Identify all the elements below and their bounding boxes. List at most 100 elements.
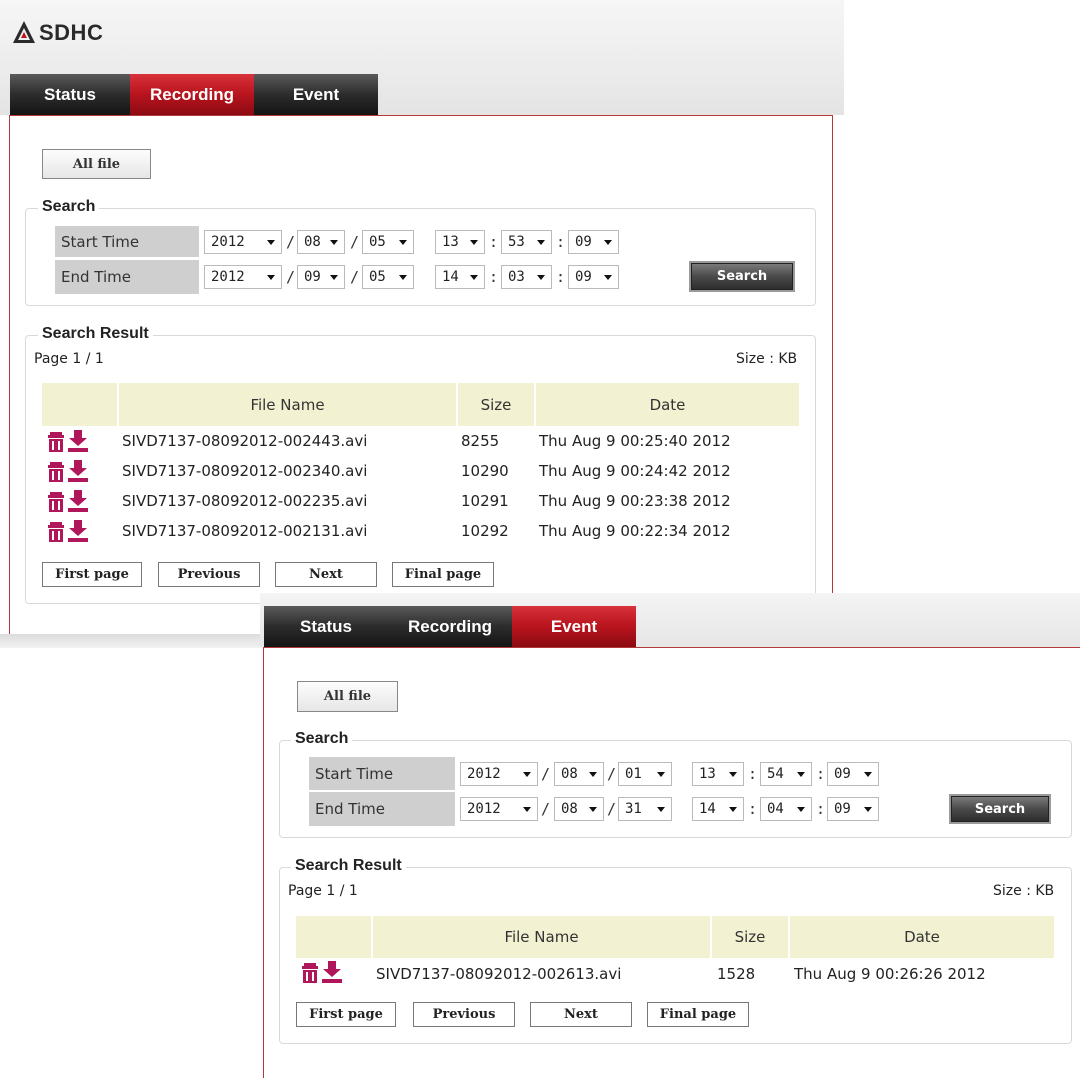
trash-icon[interactable] (47, 492, 65, 512)
download-icon[interactable] (67, 430, 89, 452)
chevron-down-icon (330, 275, 338, 280)
download-icon[interactable] (67, 520, 89, 542)
tab-recording[interactable]: Recording (388, 606, 512, 647)
start-minute-select[interactable]: 53 (501, 230, 552, 254)
time-separator: : (556, 233, 566, 251)
all-file-button[interactable]: All file (297, 681, 398, 712)
table-header-date: Date (790, 916, 1054, 958)
start-second-value: 09 (575, 234, 592, 250)
chevron-down-icon (657, 772, 665, 777)
tab-status[interactable]: Status (10, 74, 130, 115)
file-name[interactable]: SIVD7137-08092012-002235.avi (122, 492, 367, 510)
previous-button[interactable]: Previous (158, 562, 260, 587)
file-name[interactable]: SIVD7137-08092012-002131.avi (122, 522, 367, 540)
previous-button[interactable]: Previous (413, 1002, 515, 1027)
final-page-button[interactable]: Final page (647, 1002, 749, 1027)
tab-event[interactable]: Event (512, 606, 636, 647)
table-header-file-name: File Name (373, 916, 710, 958)
file-size: 10290 (461, 462, 509, 480)
end-hour-select[interactable]: 14 (692, 797, 744, 821)
first-page-button[interactable]: First page (42, 562, 142, 587)
trash-icon[interactable] (301, 963, 319, 983)
first-page-button[interactable]: First page (296, 1002, 396, 1027)
time-separator: : (556, 268, 566, 286)
end-time-label: End Time (309, 792, 455, 826)
file-date: Thu Aug 9 00:22:34 2012 (539, 522, 731, 540)
tab-status[interactable]: Status (264, 606, 388, 647)
trash-icon[interactable] (47, 462, 65, 482)
end-month-select[interactable]: 08 (554, 797, 604, 821)
end-day-select[interactable]: 31 (618, 797, 672, 821)
time-separator: : (489, 233, 499, 251)
end-year-select[interactable]: 2012 (460, 797, 538, 821)
table-header-date: Date (536, 383, 799, 426)
end-year-select[interactable]: 2012 (204, 265, 282, 289)
download-icon[interactable] (67, 460, 89, 482)
trash-icon[interactable] (47, 432, 65, 452)
start-hour-select[interactable]: 13 (435, 230, 485, 254)
end-minute-select[interactable]: 04 (760, 797, 812, 821)
file-name[interactable]: SIVD7137-08092012-002340.avi (122, 462, 367, 480)
end-minute-select[interactable]: 03 (501, 265, 552, 289)
final-page-button[interactable]: Final page (392, 562, 494, 587)
start-day-value: 05 (369, 234, 386, 250)
start-month-select[interactable]: 08 (554, 762, 604, 786)
end-hour-select[interactable]: 14 (435, 265, 485, 289)
search-button[interactable]: Search (689, 261, 795, 292)
main-tabs: Status Recording Event (264, 606, 636, 647)
download-icon[interactable] (67, 490, 89, 512)
chevron-down-icon (470, 240, 478, 245)
chevron-down-icon (267, 240, 275, 245)
end-time-label: End Time (55, 260, 199, 294)
start-day-select[interactable]: 01 (618, 762, 672, 786)
start-minute-select[interactable]: 54 (760, 762, 812, 786)
end-second-value: 09 (834, 801, 851, 817)
download-icon[interactable] (321, 961, 343, 983)
end-second-select[interactable]: 09 (568, 265, 619, 289)
start-minute-value: 53 (508, 234, 525, 250)
next-button[interactable]: Next (275, 562, 377, 587)
table-header-file-name: File Name (119, 383, 456, 426)
search-button[interactable]: Search (949, 794, 1051, 824)
date-separator: / (350, 268, 360, 286)
start-minute-value: 54 (767, 766, 784, 782)
start-month-value: 08 (561, 766, 578, 782)
file-name[interactable]: SIVD7137-08092012-002443.avi (122, 432, 367, 450)
start-year-value: 2012 (467, 766, 501, 782)
chevron-down-icon (523, 807, 531, 812)
file-name[interactable]: SIVD7137-08092012-002613.avi (376, 965, 621, 983)
chevron-down-icon (537, 275, 545, 280)
end-hour-value: 14 (699, 801, 716, 817)
end-day-select[interactable]: 05 (362, 265, 414, 289)
next-button[interactable]: Next (530, 1002, 632, 1027)
start-year-select[interactable]: 2012 (460, 762, 538, 786)
start-month-select[interactable]: 08 (297, 230, 345, 254)
time-separator: : (816, 800, 826, 818)
tab-recording[interactable]: Recording (130, 74, 254, 115)
start-year-select[interactable]: 2012 (204, 230, 282, 254)
end-second-select[interactable]: 09 (827, 797, 879, 821)
date-separator: / (286, 233, 296, 251)
main-tabs: Status Recording Event (10, 74, 378, 115)
time-separator: : (489, 268, 499, 286)
start-time-label: Start Time (55, 226, 199, 257)
time-separator: : (748, 800, 758, 818)
chevron-down-icon (797, 772, 805, 777)
logo-mark-icon (13, 21, 35, 43)
start-day-value: 01 (625, 766, 642, 782)
start-hour-select[interactable]: 13 (692, 762, 744, 786)
trash-icon[interactable] (47, 522, 65, 542)
end-minute-value: 04 (767, 801, 784, 817)
chevron-down-icon (657, 807, 665, 812)
size-unit: Size : KB (736, 351, 798, 367)
chevron-down-icon (604, 240, 612, 245)
start-second-select[interactable]: 09 (827, 762, 879, 786)
chevron-down-icon (589, 772, 597, 777)
start-second-select[interactable]: 09 (568, 230, 619, 254)
all-file-button[interactable]: All file (42, 149, 151, 179)
chevron-down-icon (537, 240, 545, 245)
tab-event[interactable]: Event (254, 74, 378, 115)
end-month-select[interactable]: 09 (297, 265, 345, 289)
start-day-select[interactable]: 05 (362, 230, 414, 254)
start-hour-value: 13 (699, 766, 716, 782)
